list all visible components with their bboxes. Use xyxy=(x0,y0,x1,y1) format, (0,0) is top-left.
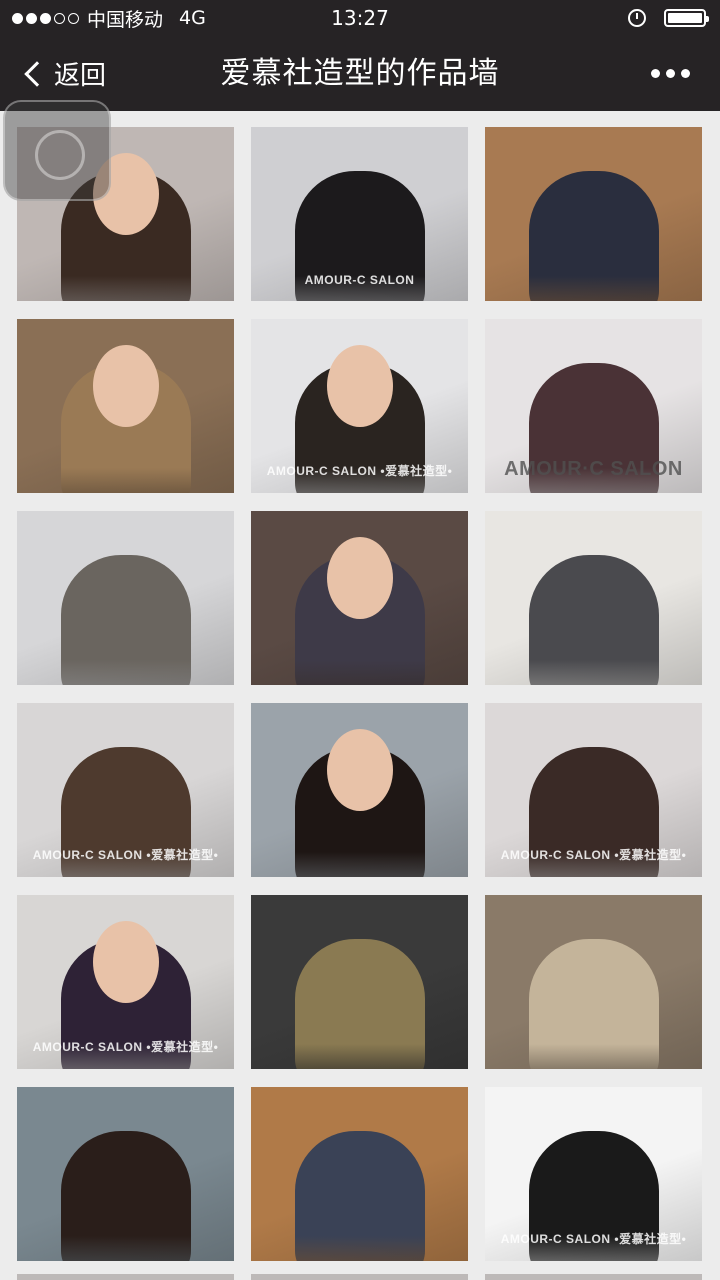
signal-dot xyxy=(40,12,51,24)
photo-tile-peek[interactable] xyxy=(251,1274,468,1280)
signal-dot xyxy=(68,12,79,24)
signal-dot xyxy=(26,12,37,24)
photo-tile[interactable]: AMOUR-C SALON •爱慕社造型• xyxy=(485,703,702,877)
photo-tile[interactable] xyxy=(485,511,702,685)
photo-tile[interactable]: AMOUR-C SALON •爱慕社造型• xyxy=(251,319,468,493)
salon-watermark: AMOUR-C SALON •爱慕社造型• xyxy=(500,1232,687,1246)
photo-tile[interactable] xyxy=(17,319,234,493)
photo-tile-peek[interactable] xyxy=(17,1274,234,1280)
status-left: 中国移动 4G xyxy=(12,0,206,36)
photo-tile[interactable]: AMOUR-C SALON xyxy=(251,127,468,301)
more-dots-icon xyxy=(651,69,660,78)
alarm-clock-icon xyxy=(628,9,646,27)
photo-tile[interactable] xyxy=(485,895,702,1069)
signal-strength-icon xyxy=(12,12,79,24)
salon-watermark: AMOUR-C SALON •爱慕社造型• xyxy=(32,1040,219,1054)
salon-watermark: AMOUR-C SALON •爱慕社造型• xyxy=(32,848,219,862)
hairstyle-photo xyxy=(294,1131,425,1261)
salon-watermark: AMOUR-C SALON •爱慕社造型• xyxy=(266,464,453,478)
photo-tile[interactable] xyxy=(17,1087,234,1261)
floating-assistive-button[interactable] xyxy=(3,100,111,201)
status-right xyxy=(628,0,709,36)
next-row-peek xyxy=(17,1274,703,1280)
model-face xyxy=(326,729,393,811)
carrier-name: 中国移动 xyxy=(87,8,164,31)
chevron-left-icon xyxy=(24,60,50,87)
status-bar: 中国移动 4G 13:27 xyxy=(0,0,720,36)
network-type: 4G xyxy=(179,7,206,29)
salon-watermark: AMOUR·C SALON xyxy=(504,458,683,480)
model-face xyxy=(326,345,393,427)
hairstyle-photo xyxy=(294,939,425,1069)
nav-bar: 返回 爱慕社造型的作品墙 xyxy=(0,36,720,111)
hairstyle-photo xyxy=(528,555,659,685)
hairstyle-photo xyxy=(528,939,659,1069)
photo-tile[interactable] xyxy=(251,895,468,1069)
photo-tile[interactable]: AMOUR-C SALON •爱慕社造型• xyxy=(485,1087,702,1261)
battery-level xyxy=(668,13,702,23)
back-label: 返回 xyxy=(54,61,107,91)
model-face xyxy=(326,537,393,619)
battery-icon xyxy=(664,9,709,27)
photo-tile[interactable]: AMOUR·C SALON xyxy=(485,319,702,493)
model-face xyxy=(92,345,159,427)
photo-tile-peek[interactable] xyxy=(485,1274,702,1280)
salon-watermark: AMOUR-C SALON xyxy=(304,273,415,287)
hairstyle-photo xyxy=(528,171,659,301)
photo-tile[interactable] xyxy=(485,127,702,301)
signal-dot xyxy=(54,12,65,24)
photo-tile[interactable] xyxy=(251,703,468,877)
photo-wall[interactable]: AMOUR-C SALON AMOUR-C SALON •爱慕社造型• AMOUR·… xyxy=(0,111,720,1280)
photo-tile[interactable]: AMOUR-C SALON •爱慕社造型• xyxy=(17,895,234,1069)
photo-tile[interactable] xyxy=(17,511,234,685)
hairstyle-photo xyxy=(60,555,191,685)
photo-tile[interactable]: AMOUR-C SALON •爱慕社造型• xyxy=(17,703,234,877)
photo-tile[interactable] xyxy=(251,1087,468,1261)
page-title: 爱慕社造型的作品墙 xyxy=(220,56,500,91)
photo-grid: AMOUR-C SALON AMOUR-C SALON •爱慕社造型• AMOUR·… xyxy=(17,127,703,1261)
hairstyle-photo xyxy=(60,1131,191,1261)
more-menu-button[interactable] xyxy=(651,36,690,111)
salon-watermark: AMOUR-C SALON •爱慕社造型• xyxy=(500,848,687,862)
signal-dot xyxy=(12,12,23,24)
model-face xyxy=(92,921,159,1003)
photo-tile[interactable] xyxy=(251,511,468,685)
